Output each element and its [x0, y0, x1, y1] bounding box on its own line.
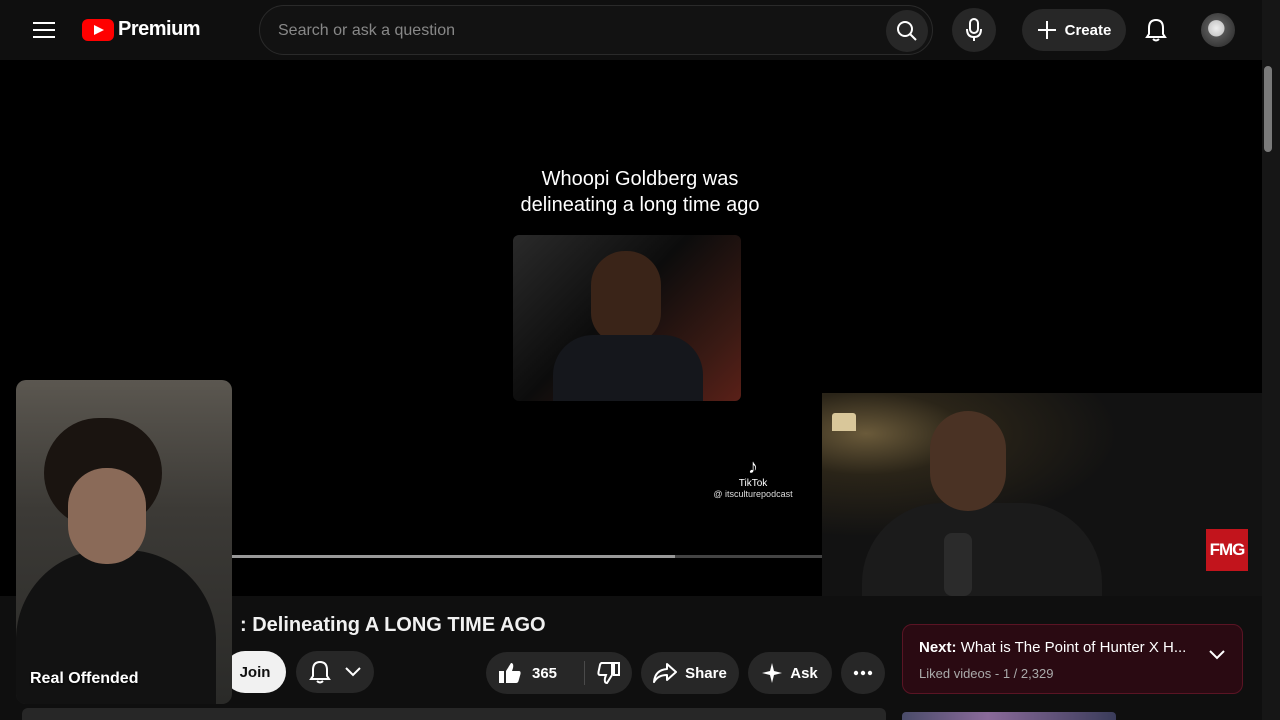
dislike-button[interactable] — [585, 652, 632, 694]
thumbs-down-icon — [596, 662, 620, 684]
share-label: Share — [685, 664, 727, 682]
menu-icon — [33, 22, 55, 38]
menu-button[interactable] — [24, 10, 64, 50]
more-actions-button[interactable] — [841, 652, 885, 694]
caption-line-1: Whoopi Goldberg was — [541, 168, 739, 190]
create-button[interactable]: Create — [1022, 9, 1126, 51]
search-button[interactable] — [886, 10, 928, 52]
share-icon — [653, 663, 678, 683]
mic-icon — [966, 18, 982, 41]
clip-person-body — [553, 335, 703, 401]
youtube-play-icon — [82, 18, 114, 41]
chevron-down-icon[interactable] — [1208, 649, 1226, 661]
tiktok-watermark: ♪ TikTok @ itsculturepodcast — [708, 456, 798, 500]
youtube-logo[interactable]: Premium — [82, 18, 201, 41]
like-dislike-group: 365 — [486, 652, 632, 694]
create-label: Create — [1064, 21, 1112, 39]
search-icon — [897, 21, 917, 41]
ask-button[interactable]: Ask — [748, 652, 832, 694]
reactor-face — [68, 468, 146, 564]
like-button[interactable]: 365 — [486, 652, 584, 694]
top-bar: Premium Create — [0, 0, 1262, 60]
playlist-thumbnail[interactable] — [902, 712, 1116, 720]
like-count: 365 — [532, 664, 558, 682]
more-icon — [853, 670, 873, 676]
reactor-camera-feed: Real Offended — [16, 380, 232, 704]
thumbs-up-icon — [499, 663, 521, 683]
tiktok-label: TikTok — [738, 478, 768, 489]
up-next-line: Next: What is The Point of Hunter X H... — [919, 639, 1199, 656]
tiktok-handle: @ itsculturepodcast — [713, 489, 793, 499]
description-box[interactable] — [22, 708, 886, 720]
video-caption: Whoopi Goldberg was delineating a long t… — [470, 166, 810, 218]
reactor-name-label: Real Offended — [30, 670, 139, 687]
lamp-shade — [832, 413, 856, 431]
up-next-card[interactable]: Next: What is The Point of Hunter X H...… — [902, 624, 1243, 694]
subscribed-button[interactable] — [296, 651, 374, 693]
voice-search-button[interactable] — [952, 8, 996, 52]
bell-icon — [309, 660, 332, 684]
account-avatar[interactable] — [1201, 13, 1235, 47]
plus-icon — [1037, 21, 1056, 39]
embedded-clip — [513, 235, 741, 401]
join-button[interactable]: Join — [224, 651, 286, 693]
studio-microphone — [944, 533, 972, 596]
fmg-logo: FMG — [1206, 529, 1248, 571]
caption-line-2: delineating a long time ago — [520, 194, 760, 216]
search-box — [259, 5, 933, 55]
ask-label: Ask — [790, 664, 818, 682]
scrollbar-thumb[interactable] — [1264, 66, 1272, 152]
video-progress-bar[interactable] — [232, 555, 822, 558]
notifications-button[interactable] — [1136, 10, 1176, 50]
sparkle-icon — [762, 663, 783, 683]
video-title: : Delineating A LONG TIME AGO — [240, 614, 546, 636]
up-next-prefix: Next: — [919, 639, 957, 656]
share-button[interactable]: Share — [641, 652, 739, 694]
host-body — [862, 503, 1102, 596]
up-next-title: What is The Point of Hunter X H... — [960, 639, 1187, 656]
chevron-down-icon — [344, 667, 361, 677]
up-next-playlist: Liked videos - 1 / 2,329 — [919, 666, 1054, 681]
host-head — [930, 411, 1006, 511]
search-input[interactable] — [276, 18, 870, 44]
logo-text: Premium — [118, 18, 201, 40]
host-camera-feed: FMG — [822, 393, 1262, 596]
clip-person-head — [591, 251, 661, 343]
tiktok-icon: ♪ — [748, 456, 758, 478]
bell-icon — [1145, 18, 1167, 42]
video-progress-fill — [232, 555, 675, 558]
